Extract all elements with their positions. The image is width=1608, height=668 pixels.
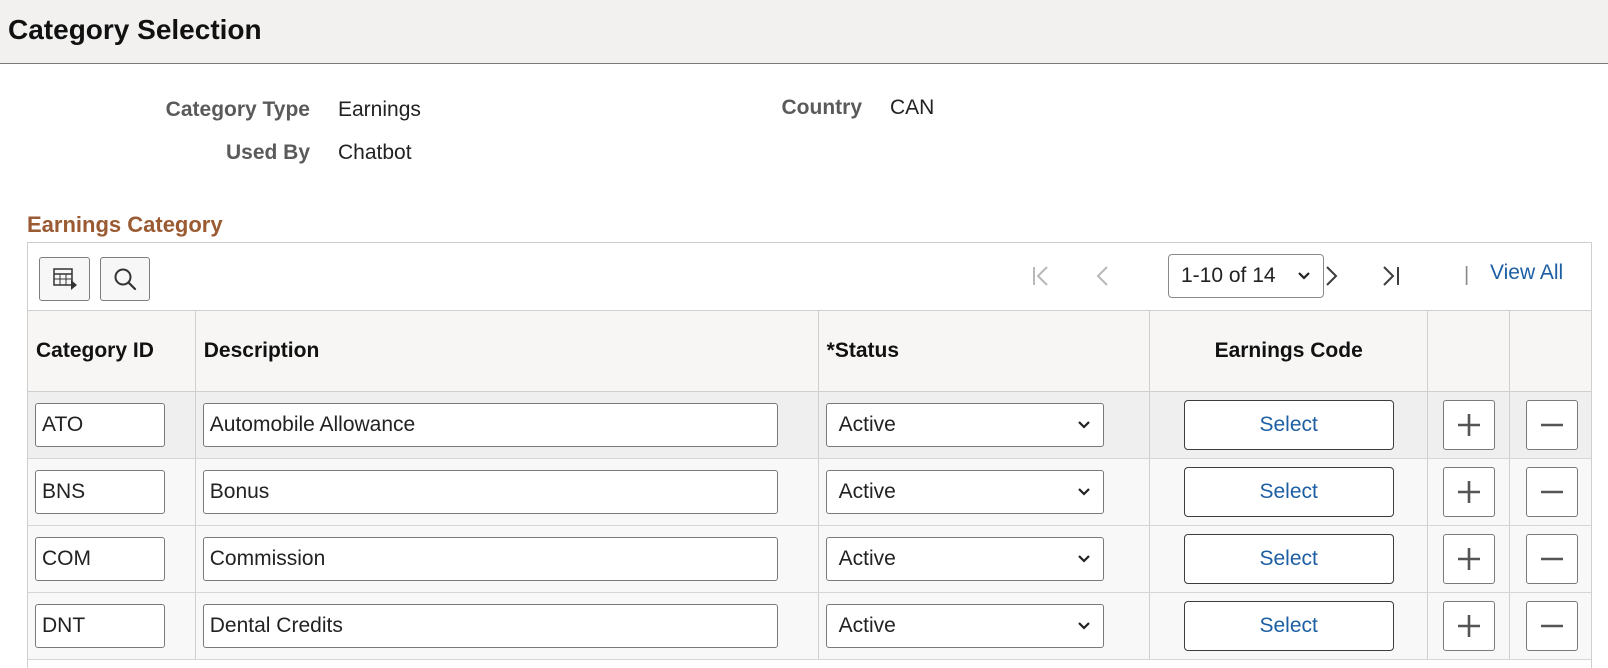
minus-icon: [1540, 490, 1563, 493]
previous-page-icon: [1096, 266, 1108, 286]
minus-icon: [1540, 624, 1563, 627]
toolbar-separator: |: [1464, 264, 1470, 286]
table-row: BNS Bonus Active Select: [28, 458, 1591, 526]
plus-icon: [1457, 413, 1480, 436]
table-header-row: Category ID Description *Status Earnings…: [28, 311, 1591, 392]
page-range-select[interactable]: 1-10 of 14: [1168, 254, 1324, 298]
status-select[interactable]: Active: [825, 469, 1104, 514]
grid-personalize-icon: [52, 268, 77, 290]
add-row-button[interactable]: [1442, 600, 1495, 651]
col-header-status[interactable]: *Status: [818, 311, 1151, 392]
page-title: Category Selection: [8, 13, 262, 45]
status-value: Active: [838, 412, 896, 436]
previous-page-button[interactable]: [1094, 263, 1112, 294]
last-page-icon: [1383, 266, 1399, 286]
page-header: Category Selection: [0, 0, 1608, 64]
chevron-down-icon: [1077, 420, 1090, 429]
plus-icon: [1457, 480, 1480, 503]
plus-icon: [1457, 547, 1480, 570]
earnings-code-select-button[interactable]: Select: [1183, 399, 1394, 450]
earnings-category-grid: 1-10 of 14 | View All Category ID Descri…: [27, 242, 1592, 668]
grid-title: Earnings Category: [27, 212, 223, 237]
table-row: DNT Dental Credits Active Select: [28, 592, 1591, 660]
category-id-input[interactable]: BNS: [35, 469, 165, 514]
description-input[interactable]: Bonus: [202, 469, 778, 514]
delete-row-button[interactable]: [1525, 466, 1578, 517]
description-input[interactable]: Dental Credits: [202, 603, 778, 648]
category-type-label: Category Type: [165, 98, 310, 121]
table-row: ATO Automobile Allowance Active Select: [28, 391, 1591, 459]
chevron-down-icon: [1077, 621, 1090, 630]
chevron-down-icon: [1077, 487, 1090, 496]
add-row-button[interactable]: [1442, 399, 1495, 450]
category-id-input[interactable]: ATO: [35, 402, 165, 447]
grid-toolbar: 1-10 of 14 | View All: [28, 243, 1591, 311]
status-select[interactable]: Active: [825, 536, 1104, 581]
delete-row-button[interactable]: [1525, 600, 1578, 651]
last-page-button[interactable]: [1380, 263, 1402, 294]
first-page-button[interactable]: [1030, 263, 1052, 294]
find-button[interactable]: [100, 257, 150, 301]
first-page-icon: [1033, 266, 1048, 286]
country-value: CAN: [890, 96, 935, 119]
add-row-button[interactable]: [1442, 533, 1495, 584]
chevron-down-icon: [1298, 272, 1310, 280]
search-icon: [114, 268, 137, 291]
earnings-code-select-button[interactable]: Select: [1183, 533, 1394, 584]
col-header-add: [1427, 311, 1511, 392]
personalize-grid-button[interactable]: [39, 257, 90, 301]
status-select[interactable]: Active: [825, 603, 1104, 648]
plus-icon: [1457, 614, 1480, 637]
delete-row-button[interactable]: [1525, 399, 1578, 450]
page-range-value: 1-10 of 14: [1181, 264, 1276, 287]
status-value: Active: [838, 479, 896, 503]
status-value: Active: [838, 613, 896, 637]
info-section: Category Type Earnings Used By Chatbot C…: [0, 64, 1608, 224]
description-input[interactable]: Automobile Allowance: [202, 402, 778, 447]
category-id-input[interactable]: DNT: [35, 603, 165, 648]
country-label: Country: [781, 96, 863, 119]
col-header-category-id[interactable]: Category ID: [28, 311, 196, 392]
delete-row-button[interactable]: [1525, 533, 1578, 584]
used-by-label: Used By: [225, 141, 310, 164]
table-row: COM Commission Active Select: [28, 525, 1591, 593]
chevron-down-icon: [1077, 554, 1090, 563]
minus-icon: [1540, 557, 1563, 560]
next-page-icon: [1326, 266, 1338, 286]
status-value: Active: [838, 546, 896, 570]
minus-icon: [1540, 423, 1563, 426]
col-header-description[interactable]: Description: [195, 311, 819, 392]
earnings-code-select-button[interactable]: Select: [1183, 466, 1394, 517]
col-header-earnings-code[interactable]: Earnings Code: [1149, 311, 1429, 392]
used-by-value: Chatbot: [338, 141, 412, 164]
view-all-link[interactable]: View All: [1490, 261, 1563, 285]
add-row-button[interactable]: [1442, 466, 1495, 517]
earnings-code-select-button[interactable]: Select: [1183, 600, 1394, 651]
category-table: Category ID Description *Status Earnings…: [28, 311, 1591, 660]
status-select[interactable]: Active: [825, 402, 1104, 447]
next-page-button[interactable]: [1322, 263, 1340, 294]
col-header-delete: [1509, 311, 1591, 392]
description-input[interactable]: Commission: [202, 536, 778, 581]
category-type-value: Earnings: [338, 98, 421, 121]
category-id-input[interactable]: COM: [35, 536, 165, 581]
